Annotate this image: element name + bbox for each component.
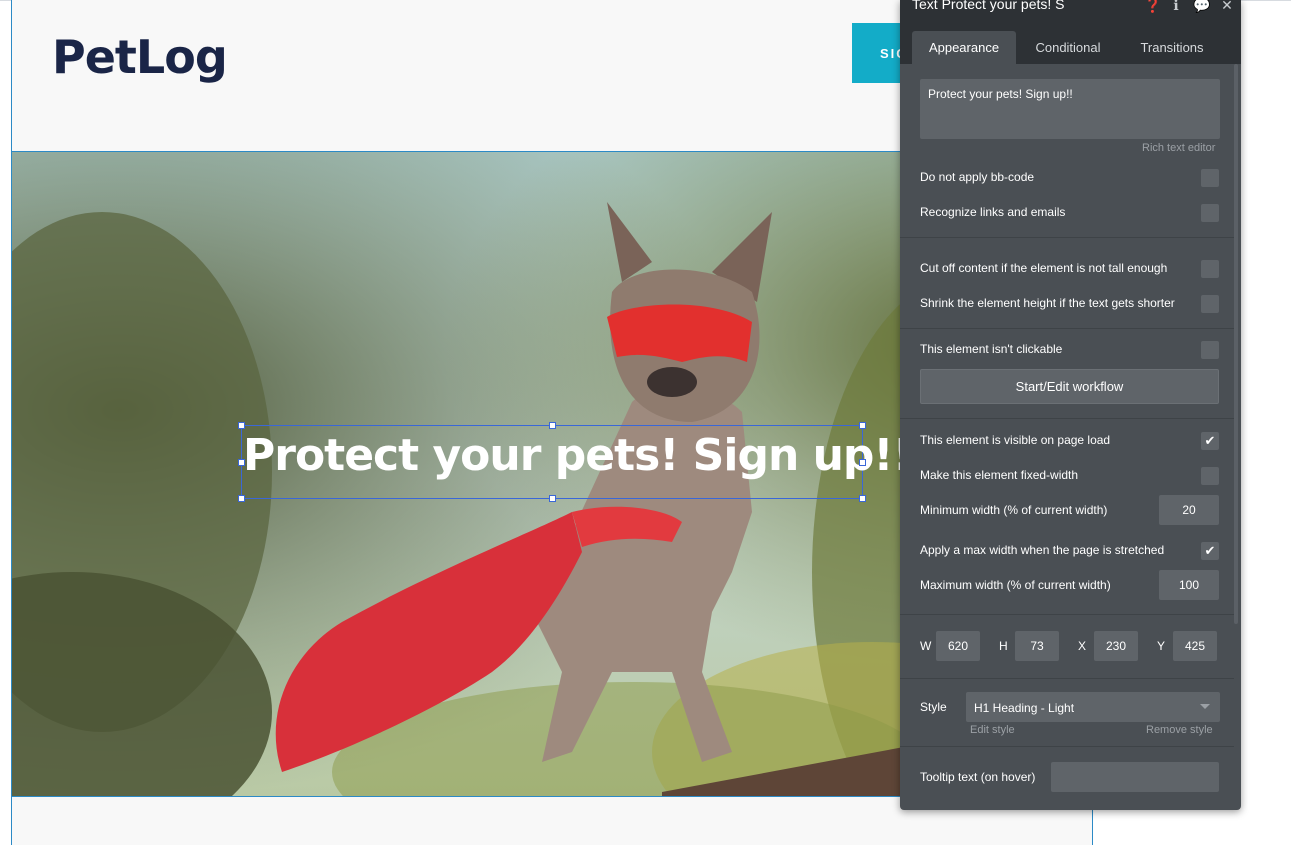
resize-handle-n[interactable] — [549, 422, 556, 429]
content-text-field[interactable]: Protect your pets! Sign up!! — [920, 79, 1220, 139]
remove-style-link[interactable]: Remove style — [1146, 724, 1213, 736]
recognize-links-label: Recognize links and emails — [920, 205, 1066, 219]
fixed-width-checkbox[interactable] — [1201, 467, 1219, 485]
height-input[interactable]: 73 — [1015, 631, 1059, 661]
panel-scrollbar[interactable] — [1234, 64, 1238, 624]
rich-text-editor-link[interactable]: Rich text editor — [1142, 142, 1215, 154]
x-label: X — [1078, 639, 1087, 653]
property-editor-panel: Text Protect your pets! S ❓ ℹ 💬 ✕ Appear… — [900, 0, 1241, 810]
bbcode-checkbox[interactable] — [1201, 169, 1219, 187]
tab-conditional[interactable]: Conditional — [1022, 31, 1114, 64]
apply-max-width-label: Apply a max width when the page is stret… — [920, 543, 1165, 557]
divider — [900, 746, 1234, 747]
max-width-input[interactable]: 100 — [1159, 570, 1219, 600]
resize-handle-ne[interactable] — [859, 422, 866, 429]
min-width-input[interactable]: 20 — [1159, 495, 1219, 525]
not-clickable-checkbox[interactable] — [1201, 341, 1219, 359]
style-label: Style — [920, 700, 947, 714]
checkmark-icon: ✔ — [1204, 543, 1216, 558]
height-label: H — [999, 639, 1008, 653]
divider — [900, 614, 1234, 615]
close-icon[interactable]: ✕ — [1219, 0, 1235, 13]
hero-heading[interactable]: Protect your pets! Sign up!! — [243, 430, 913, 481]
y-input[interactable]: 425 — [1173, 631, 1217, 661]
editor-canvas: PetLog SIGN UP — [0, 0, 1291, 845]
max-width-label: Maximum width (% of current width) — [920, 578, 1111, 592]
bbcode-label: Do not apply bb-code — [920, 170, 1035, 184]
width-label: W — [920, 639, 932, 653]
divider — [900, 328, 1234, 329]
visible-on-load-label: This element is visible on page load — [920, 433, 1111, 447]
comment-icon[interactable]: 💬 — [1193, 0, 1210, 13]
edit-style-link[interactable]: Edit style — [970, 724, 1015, 736]
style-dropdown-value: H1 Heading - Light — [974, 701, 1075, 715]
chevron-down-icon — [1200, 704, 1210, 709]
resize-handle-se[interactable] — [859, 495, 866, 502]
y-label: Y — [1157, 639, 1166, 653]
resize-handle-s[interactable] — [549, 495, 556, 502]
tab-bar: Appearance Conditional Transitions — [900, 14, 1241, 64]
tab-transitions[interactable]: Transitions — [1125, 31, 1219, 64]
cut-off-label: Cut off content if the element is not ta… — [920, 261, 1168, 275]
style-dropdown[interactable]: H1 Heading - Light — [966, 692, 1220, 722]
panel-title: Text Protect your pets! S — [912, 0, 1065, 12]
cut-off-checkbox[interactable] — [1201, 260, 1219, 278]
help-icon[interactable]: ❓ — [1144, 0, 1161, 13]
resize-handle-w[interactable] — [238, 459, 245, 466]
min-width-label: Minimum width (% of current width) — [920, 503, 1108, 517]
shrink-height-label: Shrink the element height if the text ge… — [920, 296, 1175, 310]
tab-appearance[interactable]: Appearance — [912, 31, 1016, 64]
x-input[interactable]: 230 — [1094, 631, 1138, 661]
resize-handle-e[interactable] — [859, 459, 866, 466]
logo-text[interactable]: PetLog — [52, 30, 228, 84]
tooltip-label: Tooltip text (on hover) — [920, 770, 1036, 784]
start-edit-workflow-button[interactable]: Start/Edit workflow — [920, 369, 1219, 404]
not-clickable-label: This element isn't clickable — [920, 342, 1063, 356]
apply-max-width-checkbox[interactable]: ✔ — [1201, 542, 1219, 560]
resize-handle-nw[interactable] — [238, 422, 245, 429]
resize-handle-sw[interactable] — [238, 495, 245, 502]
divider — [900, 678, 1234, 679]
shrink-height-checkbox[interactable] — [1201, 295, 1219, 313]
width-input[interactable]: 620 — [936, 631, 980, 661]
checkmark-icon: ✔ — [1204, 433, 1216, 448]
tooltip-input[interactable] — [1051, 762, 1219, 792]
panel-header[interactable]: Text Protect your pets! S ❓ ℹ 💬 ✕ — [900, 0, 1241, 14]
divider — [900, 418, 1234, 419]
divider — [900, 237, 1234, 238]
info-icon[interactable]: ℹ — [1168, 0, 1184, 13]
visible-on-load-checkbox[interactable]: ✔ — [1201, 432, 1219, 450]
fixed-width-label: Make this element fixed-width — [920, 468, 1079, 482]
recognize-links-checkbox[interactable] — [1201, 204, 1219, 222]
